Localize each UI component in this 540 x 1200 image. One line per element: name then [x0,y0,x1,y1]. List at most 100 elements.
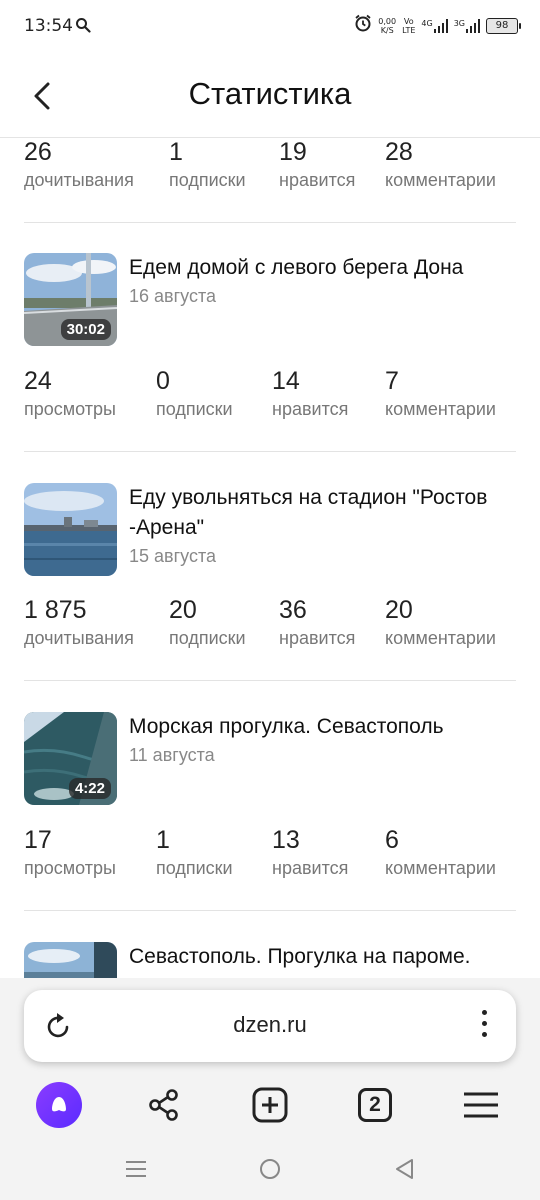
stat-value: 1 [169,138,183,166]
alice-assistant-icon [36,1082,82,1128]
stat-value: 36 [279,596,307,624]
stat-item: 1 подписки [169,138,246,194]
video-duration: 30:02 [60,319,111,340]
stat-label: дочитывания [24,628,134,648]
video-thumbnail[interactable]: 4:22 [24,712,117,805]
alarm-icon [354,14,372,37]
stat-label: комментарии [385,628,496,648]
status-bar: 13:54 0,00 K/S Vo LTE 4G 3G 98 [0,0,540,56]
net-speed-unit: K/S [380,25,394,35]
url-text[interactable]: dzen.ru [24,1012,516,1038]
volte-bottom: LTE [402,25,416,35]
battery-indicator: 98 [486,17,521,34]
stat-value: 28 [385,138,413,166]
divider [24,910,516,911]
stat-value: 1 875 [24,596,87,624]
signal-bars-icon [433,18,448,33]
recent-apps-button[interactable] [125,1158,147,1185]
video-item[interactable]: Еду увольняться на стадион "Ростов -Арен… [0,483,540,583]
video-date: 15 августа [129,546,217,566]
stat-value: 26 [24,138,52,166]
volte-top: Vo [403,16,414,26]
video-date: 16 августа [129,286,217,306]
video-item[interactable]: 30:02 Едем домой с левого берега Дона 16… [0,253,540,353]
stat-value: 13 [272,826,300,854]
stat-item: 1 875 дочитывания [24,596,134,652]
stat-label: подписки [169,628,246,648]
stat-value: 7 [385,367,399,395]
recent-apps-icon [126,1161,146,1177]
status-indicators: 0,00 K/S Vo LTE 4G 3G 98 [354,14,521,37]
stats-row: 1 875 дочитывания 20 подписки 36 нравится 2… [0,596,540,656]
stat-item: 13 нравится [272,826,348,882]
browser-bottom-nav: 2 [0,1076,540,1132]
stats-row: 24 просмотры 0 подписки 14 нравится 7 коммен… [0,367,540,427]
stat-label: подписки [169,170,246,190]
stat-item: 20 комментарии [385,596,496,652]
stat-item: 19 нравится [279,138,355,194]
stat-item: 7 комментарии [385,367,496,423]
video-thumbnail[interactable] [24,942,117,978]
stat-item: 36 нравится [279,596,355,652]
menu-button[interactable] [456,1080,506,1130]
tabs-icon: 2 [358,1088,392,1122]
stat-item: 14 нравится [272,367,348,423]
share-button[interactable] [139,1080,189,1130]
stat-value: 19 [279,138,307,166]
stat-value: 0 [156,367,170,395]
stat-label: нравится [272,399,349,419]
divider [24,222,516,223]
stat-label: комментарии [385,858,496,878]
stat-value: 24 [24,367,52,395]
stat-label: дочитывания [24,170,134,190]
divider [24,680,516,681]
tabs-button[interactable]: 2 [350,1080,400,1130]
stat-item: 26 дочитывания [24,138,134,194]
search-icon [75,17,91,38]
signal-3g: 3G [454,18,480,33]
stat-label: просмотры [24,399,116,419]
status-time: 13:54 [24,16,73,36]
video-title[interactable]: Еду увольняться на стадион "Ростов -Арен… [129,483,519,543]
more-vertical-icon[interactable] [480,1010,488,1042]
signal-4g-label: 4G [421,18,433,28]
page-title: Статистика [188,76,352,111]
signal-bars-icon [466,18,480,33]
stat-value: 20 [169,596,197,624]
thumbnail-image [24,942,117,978]
stat-value: 6 [385,826,399,854]
add-tab-icon [252,1087,288,1123]
stat-label: подписки [156,858,233,878]
page-header: Статистика [0,56,540,138]
video-thumbnail[interactable] [24,483,117,576]
video-thumbnail[interactable]: 30:02 [24,253,117,346]
signal-4g: 4G [421,18,448,33]
stats-row: 17 просмотры 1 подписки 13 нравится 6 коммен… [0,826,540,886]
video-item[interactable]: Севастополь. Прогулка на пароме. [0,942,540,978]
alice-button[interactable] [34,1080,84,1130]
stats-row: 26 дочитывания 1 подписки 19 нравится 28 ком… [0,138,540,198]
stat-value: 17 [24,826,52,854]
stat-item: 24 просмотры [24,367,116,423]
stats-list[interactable]: 26 дочитывания 1 подписки 19 нравится 28 ком… [0,138,540,978]
address-bar[interactable]: dzen.ru [24,990,516,1062]
hamburger-menu-icon [464,1092,498,1118]
video-date: 11 августа [129,745,215,765]
new-tab-button[interactable] [245,1080,295,1130]
stat-label: нравится [272,858,349,878]
video-item[interactable]: 4:22 Морская прогулка. Севастополь 11 ав… [0,712,540,812]
stat-value: 20 [385,596,413,624]
video-title[interactable]: Морская прогулка. Севастополь [129,712,519,742]
home-button[interactable] [259,1158,281,1185]
system-navigation-bar [0,1140,540,1200]
video-title[interactable]: Едем домой с левого берега Дона [129,253,519,283]
stat-value: 1 [156,826,170,854]
system-back-button[interactable] [394,1158,416,1185]
stat-value: 14 [272,367,300,395]
divider [24,451,516,452]
stat-item: 28 комментарии [385,138,496,194]
stat-item: 6 комментарии [385,826,496,882]
stat-label: просмотры [24,858,116,878]
video-title[interactable]: Севастополь. Прогулка на пароме. [129,942,519,972]
net-speed-value: 0,00 [378,16,397,26]
